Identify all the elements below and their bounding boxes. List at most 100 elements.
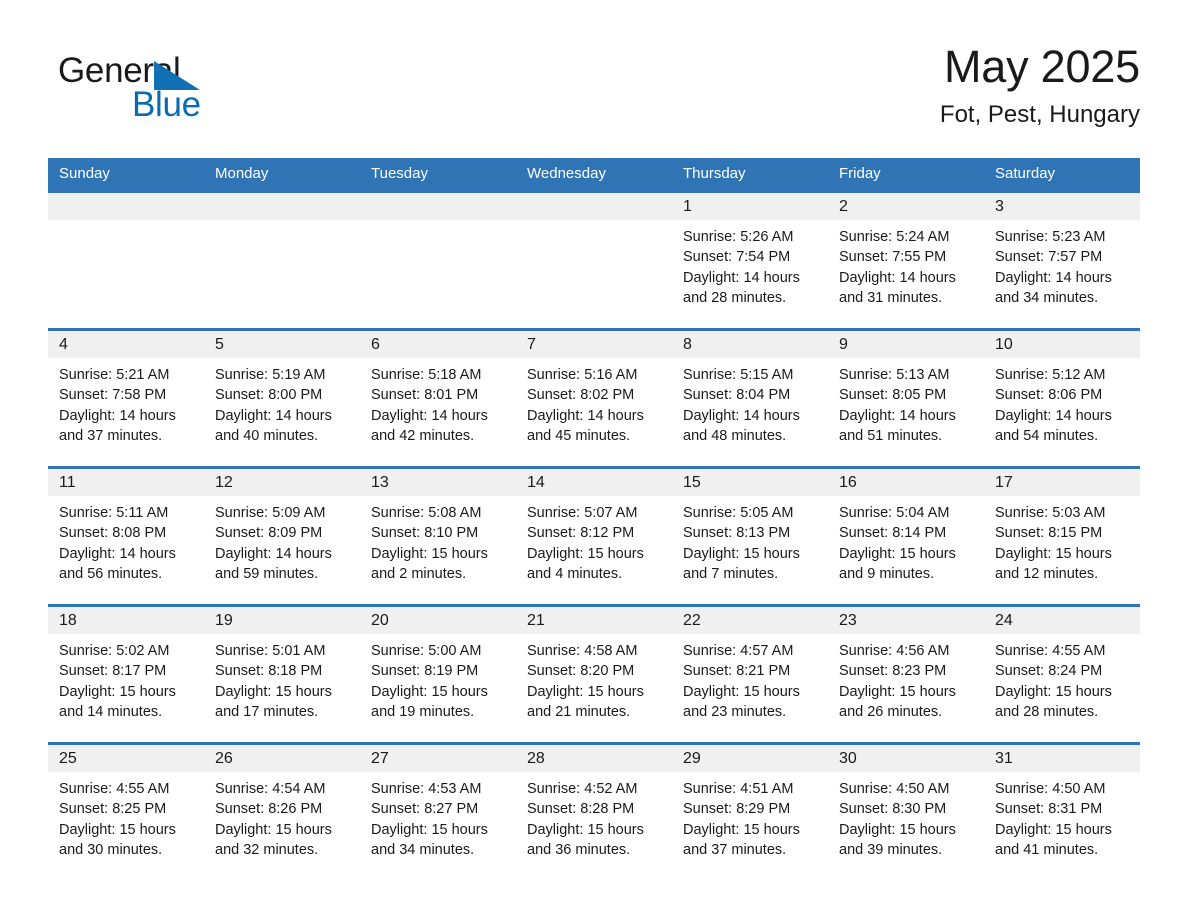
calendar-day-cell[interactable]: 6 Sunrise: 5:18 AM Sunset: 8:01 PM Daylight… [360,328,516,468]
sunrise-text: Sunrise: 5:02 AM [59,643,170,659]
daylight-text: Daylight: 15 hours [59,821,176,838]
calendar-day-cell-empty [48,190,204,330]
day-number: 28 [516,745,672,772]
sunrise-text: Sunrise: 5:07 AM [527,505,638,521]
sunrise-text: Sunrise: 5:16 AM [527,367,638,383]
day-number: 10 [984,331,1140,358]
sunrise-text: Sunrise: 5:21 AM [59,367,170,383]
sunset-text: Sunset: 8:23 PM [839,663,947,680]
sunrise-text: Sunrise: 5:08 AM [371,505,482,521]
weekday-header-friday: Friday [828,158,984,192]
day-details: Sunrise: 4:50 AM Sunset: 8:31 PM Daylight:… [984,772,1140,860]
location-subtitle: Fot, Pest, Hungary [939,101,1140,128]
daylight-text: and 12 minutes. [995,565,1099,582]
calendar-day-cell[interactable]: 20 Sunrise: 5:00 AM Sunset: 8:19 PM Dayligh… [360,604,516,744]
calendar-day-cell[interactable]: 13 Sunrise: 5:08 AM Sunset: 8:10 PM Dayligh… [360,466,516,606]
calendar-week-row: 1 Sunrise: 5:26 AM Sunset: 7:54 PM Daylight… [48,190,1140,330]
calendar-day-cell[interactable]: 30 Sunrise: 4:50 AM Sunset: 8:30 PM Dayligh… [828,742,984,880]
day-details: Sunrise: 5:12 AM Sunset: 8:06 PM Daylight:… [984,358,1140,446]
sunset-text: Sunset: 8:27 PM [371,801,479,818]
calendar-day-cell[interactable]: 12 Sunrise: 5:09 AM Sunset: 8:09 PM Dayligh… [204,466,360,606]
calendar-day-cell[interactable]: 10 Sunrise: 5:12 AM Sunset: 8:06 PM Dayligh… [984,328,1140,468]
page-header: General Blue May 2025 Fot, Pest, Hungary [48,40,1140,148]
calendar-day-cell[interactable]: 24 Sunrise: 4:55 AM Sunset: 8:24 PM Dayligh… [984,604,1140,744]
day-number: 18 [48,607,204,634]
daylight-text: and 40 minutes. [215,427,319,444]
calendar-header-row: Sunday Monday Tuesday Wednesday Thursday… [48,158,1140,192]
day-number: 20 [360,607,516,634]
calendar-day-cell[interactable]: 17 Sunrise: 5:03 AM Sunset: 8:15 PM Dayligh… [984,466,1140,606]
calendar-day-cell[interactable]: 18 Sunrise: 5:02 AM Sunset: 8:17 PM Dayligh… [48,604,204,744]
day-details: Sunrise: 5:05 AM Sunset: 8:13 PM Daylight:… [672,496,828,584]
daylight-text: Daylight: 15 hours [839,683,956,700]
sunrise-text: Sunrise: 5:24 AM [839,229,950,245]
daylight-text: Daylight: 15 hours [995,821,1112,838]
sunrise-text: Sunrise: 4:53 AM [371,781,482,797]
day-details: Sunrise: 5:02 AM Sunset: 8:17 PM Daylight:… [48,634,204,722]
calendar-day-cell[interactable]: 31 Sunrise: 4:50 AM Sunset: 8:31 PM Dayligh… [984,742,1140,880]
calendar-day-cell[interactable]: 29 Sunrise: 4:51 AM Sunset: 8:29 PM Dayligh… [672,742,828,880]
day-number: 29 [672,745,828,772]
daylight-text: Daylight: 15 hours [527,821,644,838]
daylight-text: Daylight: 14 hours [839,407,956,424]
daylight-text: and 39 minutes. [839,841,943,858]
day-details: Sunrise: 4:51 AM Sunset: 8:29 PM Daylight:… [672,772,828,860]
calendar-day-cell[interactable]: 25 Sunrise: 4:55 AM Sunset: 8:25 PM Dayligh… [48,742,204,880]
daylight-text: and 30 minutes. [59,841,163,858]
calendar-day-cell[interactable]: 14 Sunrise: 5:07 AM Sunset: 8:12 PM Dayligh… [516,466,672,606]
weekday-header-tuesday: Tuesday [360,158,516,192]
day-details: Sunrise: 5:24 AM Sunset: 7:55 PM Daylight:… [828,220,984,308]
calendar-day-cell[interactable]: 16 Sunrise: 5:04 AM Sunset: 8:14 PM Dayligh… [828,466,984,606]
calendar-day-cell[interactable]: 5 Sunrise: 5:19 AM Sunset: 8:00 PM Daylight… [204,328,360,468]
day-number: 8 [672,331,828,358]
daylight-text: Daylight: 14 hours [683,269,800,286]
day-details: Sunrise: 4:55 AM Sunset: 8:24 PM Daylight:… [984,634,1140,722]
calendar-day-cell[interactable]: 7 Sunrise: 5:16 AM Sunset: 8:02 PM Daylight… [516,328,672,468]
calendar-day-cell[interactable]: 2 Sunrise: 5:24 AM Sunset: 7:55 PM Daylight… [828,190,984,330]
sunset-text: Sunset: 8:24 PM [995,663,1103,680]
calendar-day-cell[interactable]: 3 Sunrise: 5:23 AM Sunset: 7:57 PM Daylight… [984,190,1140,330]
day-details: Sunrise: 5:04 AM Sunset: 8:14 PM Daylight:… [828,496,984,584]
calendar-day-cell[interactable]: 23 Sunrise: 4:56 AM Sunset: 8:23 PM Dayligh… [828,604,984,744]
calendar-day-cell[interactable]: 21 Sunrise: 4:58 AM Sunset: 8:20 PM Dayligh… [516,604,672,744]
sunrise-text: Sunrise: 4:50 AM [995,781,1106,797]
day-details: Sunrise: 5:15 AM Sunset: 8:04 PM Daylight:… [672,358,828,446]
day-details [48,220,204,227]
daylight-text: Daylight: 14 hours [371,407,488,424]
daylight-text: and 34 minutes. [995,289,1099,306]
daylight-text: and 14 minutes. [59,703,163,720]
sunset-text: Sunset: 8:12 PM [527,525,635,542]
calendar-day-cell[interactable]: 4 Sunrise: 5:21 AM Sunset: 7:58 PM Daylight… [48,328,204,468]
sunset-text: Sunset: 8:02 PM [527,387,635,404]
calendar-day-cell[interactable]: 11 Sunrise: 5:11 AM Sunset: 8:08 PM Dayligh… [48,466,204,606]
calendar-day-cell[interactable]: 22 Sunrise: 4:57 AM Sunset: 8:21 PM Dayligh… [672,604,828,744]
day-number: 30 [828,745,984,772]
title-block: May 2025 Fot, Pest, Hungary [940,40,1140,132]
calendar-day-cell[interactable]: 28 Sunrise: 4:52 AM Sunset: 8:28 PM Dayligh… [516,742,672,880]
daylight-text: and 56 minutes. [59,565,163,582]
calendar-day-cell[interactable]: 27 Sunrise: 4:53 AM Sunset: 8:27 PM Dayligh… [360,742,516,880]
daylight-text: and 54 minutes. [995,427,1099,444]
daylight-text: Daylight: 14 hours [995,407,1112,424]
sunset-text: Sunset: 8:19 PM [371,663,479,680]
calendar-day-cell[interactable]: 15 Sunrise: 5:05 AM Sunset: 8:13 PM Dayligh… [672,466,828,606]
sunset-text: Sunset: 8:15 PM [995,525,1103,542]
calendar-day-cell[interactable]: 19 Sunrise: 5:01 AM Sunset: 8:18 PM Dayligh… [204,604,360,744]
daylight-text: and 4 minutes. [527,565,623,582]
sunset-text: Sunset: 8:31 PM [995,801,1103,818]
calendar-week-row: 25 Sunrise: 4:55 AM Sunset: 8:25 PM Dayligh… [48,742,1140,880]
day-number: 26 [204,745,360,772]
calendar-day-cell[interactable]: 8 Sunrise: 5:15 AM Sunset: 8:04 PM Daylight… [672,328,828,468]
day-number: 23 [828,607,984,634]
daylight-text: Daylight: 14 hours [59,407,176,424]
daylight-text: and 41 minutes. [995,841,1099,858]
sunset-text: Sunset: 8:10 PM [371,525,479,542]
sunrise-text: Sunrise: 4:57 AM [683,643,794,659]
sunrise-text: Sunrise: 5:00 AM [371,643,482,659]
day-details: Sunrise: 5:11 AM Sunset: 8:08 PM Daylight:… [48,496,204,584]
calendar-day-cell-empty [516,190,672,330]
day-number: 12 [204,469,360,496]
calendar-day-cell[interactable]: 9 Sunrise: 5:13 AM Sunset: 8:05 PM Daylight… [828,328,984,468]
calendar-day-cell[interactable]: 26 Sunrise: 4:54 AM Sunset: 8:26 PM Dayligh… [204,742,360,880]
calendar-day-cell[interactable]: 1 Sunrise: 5:26 AM Sunset: 7:54 PM Daylight… [672,190,828,330]
